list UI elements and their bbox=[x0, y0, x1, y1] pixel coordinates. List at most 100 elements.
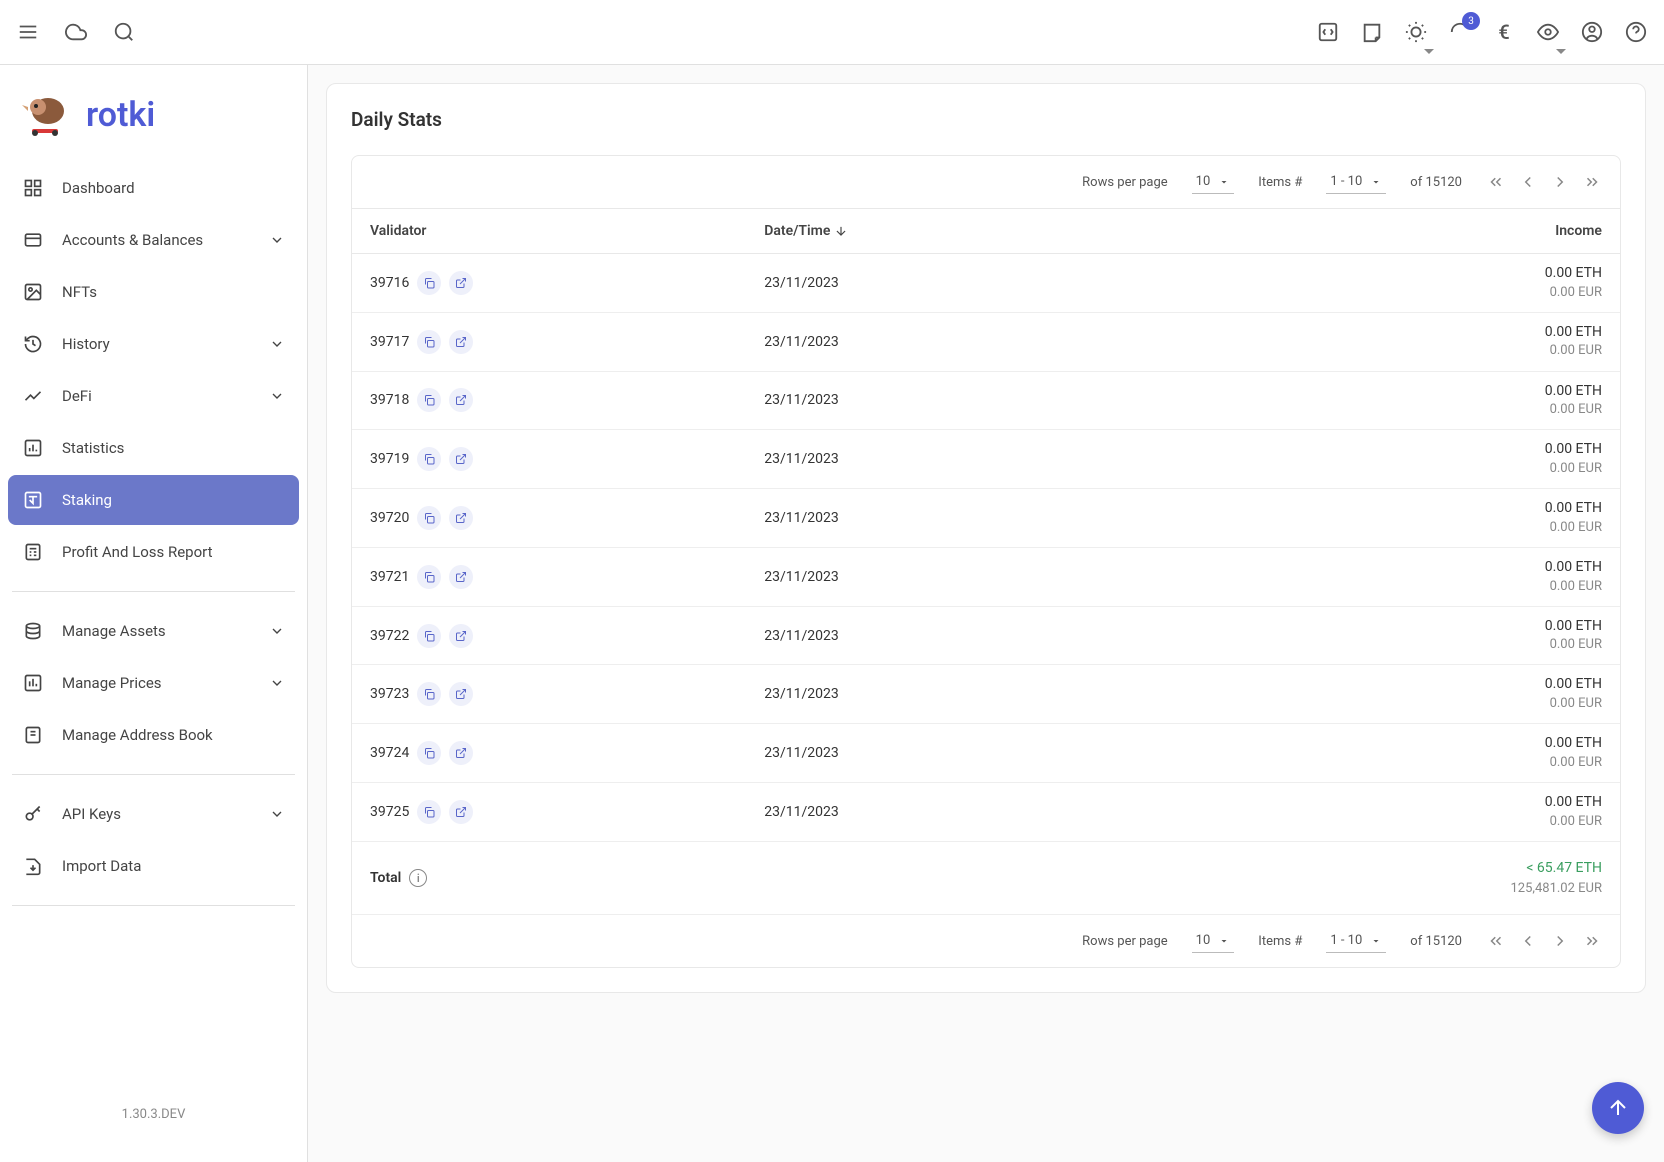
external-link-icon[interactable] bbox=[449, 388, 473, 412]
income-eth: 0.00 ETH bbox=[1171, 440, 1602, 460]
prev-page-button[interactable] bbox=[1518, 172, 1538, 192]
info-icon[interactable]: i bbox=[409, 869, 427, 887]
external-link-icon[interactable] bbox=[449, 447, 473, 471]
rows-per-page-label: Rows per page bbox=[1082, 934, 1168, 949]
income-eur: 0.00 EUR bbox=[1171, 401, 1602, 419]
income-eur: 0.00 EUR bbox=[1171, 342, 1602, 360]
copy-icon[interactable] bbox=[417, 800, 441, 824]
copy-icon[interactable] bbox=[417, 330, 441, 354]
nav-label: Dashboard bbox=[62, 179, 285, 197]
refresh-icon[interactable]: 3 bbox=[1448, 20, 1472, 44]
copy-icon[interactable] bbox=[417, 565, 441, 589]
nav-icon bbox=[22, 333, 44, 355]
nav-label: NFTs bbox=[62, 283, 285, 301]
table-row: 3972523/11/20230.00 ETH0.00 EUR bbox=[352, 783, 1620, 842]
first-page-button[interactable] bbox=[1486, 172, 1506, 192]
income-eur: 0.00 EUR bbox=[1171, 695, 1602, 713]
nav-icon bbox=[22, 177, 44, 199]
header-datetime[interactable]: Date/Time bbox=[764, 223, 1171, 239]
external-link-icon[interactable] bbox=[449, 800, 473, 824]
copy-icon[interactable] bbox=[417, 624, 441, 648]
sidebar-item-staking[interactable]: Staking bbox=[8, 475, 299, 525]
income-eth: 0.00 ETH bbox=[1171, 499, 1602, 519]
table-row: 3972023/11/20230.00 ETH0.00 EUR bbox=[352, 489, 1620, 548]
version-text: 1.30.3.DEV bbox=[8, 1087, 299, 1142]
total-eth: < 65.47 ETH bbox=[1171, 858, 1602, 879]
date-cell: 23/11/2023 bbox=[764, 745, 1171, 761]
date-cell: 23/11/2023 bbox=[764, 628, 1171, 644]
help-icon[interactable] bbox=[1624, 20, 1648, 44]
validator-id: 39721 bbox=[370, 569, 409, 585]
external-link-icon[interactable] bbox=[449, 330, 473, 354]
privacy-icon[interactable] bbox=[1536, 20, 1560, 44]
currency-icon[interactable]: € bbox=[1492, 20, 1516, 44]
items-range-select[interactable]: 1 - 10 bbox=[1326, 929, 1386, 953]
validator-id: 39719 bbox=[370, 451, 409, 467]
nav-icon bbox=[22, 620, 44, 642]
note-icon[interactable] bbox=[1360, 20, 1384, 44]
scroll-top-button[interactable] bbox=[1592, 1082, 1644, 1134]
table-row: 3972423/11/20230.00 ETH0.00 EUR bbox=[352, 724, 1620, 783]
external-link-icon[interactable] bbox=[449, 565, 473, 589]
logo-text: rotki bbox=[86, 95, 155, 135]
sidebar-item-api-keys[interactable]: API Keys bbox=[8, 789, 299, 839]
sidebar-item-history[interactable]: History bbox=[8, 319, 299, 369]
nav-icon bbox=[22, 437, 44, 459]
menu-icon[interactable] bbox=[16, 20, 40, 44]
rows-per-page-select[interactable]: 10 bbox=[1192, 929, 1235, 953]
sidebar-item-accounts-balances[interactable]: Accounts & Balances bbox=[8, 215, 299, 265]
last-page-button[interactable] bbox=[1582, 931, 1602, 951]
sidebar-item-dashboard[interactable]: Dashboard bbox=[8, 163, 299, 213]
cloud-icon[interactable] bbox=[64, 20, 88, 44]
theme-icon[interactable] bbox=[1404, 20, 1428, 44]
nav-label: Manage Assets bbox=[62, 622, 251, 640]
external-link-icon[interactable] bbox=[449, 624, 473, 648]
external-link-icon[interactable] bbox=[449, 741, 473, 765]
validator-id: 39722 bbox=[370, 628, 409, 644]
income-eth: 0.00 ETH bbox=[1171, 382, 1602, 402]
next-page-button[interactable] bbox=[1550, 931, 1570, 951]
header-income[interactable]: Income bbox=[1171, 223, 1602, 239]
items-range-select[interactable]: 1 - 10 bbox=[1326, 170, 1386, 194]
external-link-icon[interactable] bbox=[449, 271, 473, 295]
pagination-bottom: Rows per page 10 Items # 1 - 10 of 15120 bbox=[352, 915, 1620, 967]
first-page-button[interactable] bbox=[1486, 931, 1506, 951]
sidebar-item-import-data[interactable]: Import Data bbox=[8, 841, 299, 891]
header-validator[interactable]: Validator bbox=[370, 223, 764, 239]
validator-id: 39720 bbox=[370, 510, 409, 526]
table-row: 3971823/11/20230.00 ETH0.00 EUR bbox=[352, 372, 1620, 431]
sidebar-item-manage-prices[interactable]: Manage Prices bbox=[8, 658, 299, 708]
date-cell: 23/11/2023 bbox=[764, 804, 1171, 820]
nav-icon bbox=[22, 385, 44, 407]
sidebar-item-nfts[interactable]: NFTs bbox=[8, 267, 299, 317]
search-icon[interactable] bbox=[112, 20, 136, 44]
nav-icon bbox=[22, 672, 44, 694]
external-link-icon[interactable] bbox=[449, 682, 473, 706]
validator-id: 39725 bbox=[370, 804, 409, 820]
sidebar-item-defi[interactable]: DeFi bbox=[8, 371, 299, 421]
last-page-button[interactable] bbox=[1582, 172, 1602, 192]
user-icon[interactable] bbox=[1580, 20, 1604, 44]
sidebar-item-manage-assets[interactable]: Manage Assets bbox=[8, 606, 299, 656]
copy-icon[interactable] bbox=[417, 388, 441, 412]
rows-per-page-select[interactable]: 10 bbox=[1192, 170, 1235, 194]
income-eur: 0.00 EUR bbox=[1171, 284, 1602, 302]
copy-icon[interactable] bbox=[417, 447, 441, 471]
copy-icon[interactable] bbox=[417, 506, 441, 530]
code-icon[interactable] bbox=[1316, 20, 1340, 44]
income-eur: 0.00 EUR bbox=[1171, 519, 1602, 537]
external-link-icon[interactable] bbox=[449, 506, 473, 530]
nav-label: Manage Prices bbox=[62, 674, 251, 692]
income-eth: 0.00 ETH bbox=[1171, 675, 1602, 695]
copy-icon[interactable] bbox=[417, 741, 441, 765]
next-page-button[interactable] bbox=[1550, 172, 1570, 192]
copy-icon[interactable] bbox=[417, 271, 441, 295]
sidebar-item-profit-and-loss-report[interactable]: Profit And Loss Report bbox=[8, 527, 299, 577]
prev-page-button[interactable] bbox=[1518, 931, 1538, 951]
rotki-logo-icon bbox=[20, 93, 70, 137]
logo[interactable]: rotki bbox=[8, 85, 299, 161]
sidebar-item-manage-address-book[interactable]: Manage Address Book bbox=[8, 710, 299, 760]
income-eth: 0.00 ETH bbox=[1171, 617, 1602, 637]
sidebar-item-statistics[interactable]: Statistics bbox=[8, 423, 299, 473]
copy-icon[interactable] bbox=[417, 682, 441, 706]
